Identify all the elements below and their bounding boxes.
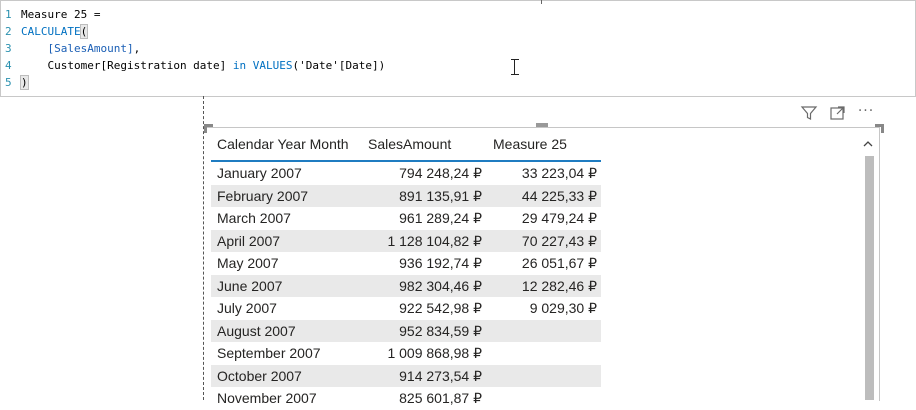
cell-calendar-year-month: October 2007 bbox=[217, 367, 302, 384]
code-token: ('Date'[Date]) bbox=[292, 59, 386, 72]
cell-measure-25: 70 227,43 ₽ bbox=[521, 232, 597, 249]
filter-icon[interactable] bbox=[800, 104, 818, 122]
column-header-salesamount[interactable]: SalesAmount bbox=[368, 130, 451, 158]
table-row[interactable]: August 2007 952 834,59 ₽ bbox=[211, 319, 601, 342]
table-row[interactable]: January 2007 794 248,24 ₽ 33 223,04 ₽ bbox=[211, 162, 601, 185]
cell-measure-25: 12 282,46 ₽ bbox=[521, 277, 597, 294]
cell-calendar-year-month: November 2007 bbox=[217, 390, 317, 406]
table-row[interactable]: April 2007 1 128 104,82 ₽ 70 227,43 ₽ bbox=[211, 229, 601, 252]
table-body: January 2007 794 248,24 ₽ 33 223,04 ₽ Febru… bbox=[211, 162, 601, 410]
cell-calendar-year-month: September 2007 bbox=[217, 345, 321, 361]
matched-bracket: ( bbox=[79, 24, 89, 39]
code-token: Customer[Registration date] bbox=[21, 59, 233, 72]
column-header-calendar-year-month[interactable]: Calendar Year Month bbox=[217, 130, 349, 158]
cell-salesamount: 794 248,24 ₽ bbox=[399, 165, 482, 181]
dax-formula-editor[interactable]: 1 Measure 25 = 2 CALCULATE(3 [SalesAmount],… bbox=[0, 0, 916, 97]
cell-calendar-year-month: May 2007 bbox=[217, 255, 279, 271]
resize-handle-top[interactable] bbox=[536, 123, 548, 127]
code-token: , bbox=[133, 42, 141, 55]
code-text: [SalesAmount], bbox=[21, 40, 141, 57]
cell-calendar-year-month: April 2007 bbox=[217, 232, 281, 249]
cell-salesamount: 825 601,87 ₽ bbox=[399, 390, 482, 406]
line-number: 1 bbox=[5, 8, 12, 21]
resize-handle-top-right[interactable] bbox=[875, 124, 884, 133]
table-row[interactable]: June 2007 982 304,46 ₽ 12 282,46 ₽ bbox=[211, 274, 601, 297]
focus-mode-icon[interactable] bbox=[829, 104, 847, 122]
cell-measure-25: 26 051,67 ₽ bbox=[521, 255, 597, 271]
code-token: Measure 25 = bbox=[21, 8, 101, 21]
line-number: 5 bbox=[5, 76, 12, 89]
scroll-up-chevron-icon[interactable] bbox=[862, 137, 874, 151]
cell-measure-25: 29 479,24 ₽ bbox=[521, 210, 597, 226]
cell-calendar-year-month: June 2007 bbox=[217, 277, 283, 294]
cell-calendar-year-month: March 2007 bbox=[217, 210, 291, 226]
dax-keyword: VALUES bbox=[252, 59, 293, 72]
cell-salesamount: 1 128 104,82 ₽ bbox=[387, 232, 482, 249]
cell-calendar-year-month: July 2007 bbox=[217, 300, 277, 316]
dax-keyword: in bbox=[232, 59, 247, 72]
data-table: Calendar Year Month SalesAmount Measure … bbox=[211, 130, 601, 410]
cell-salesamount: 1 009 868,98 ₽ bbox=[387, 345, 482, 361]
cell-salesamount: 952 834,59 ₽ bbox=[399, 322, 482, 339]
code-text: ) bbox=[20, 74, 29, 91]
matched-bracket: ) bbox=[20, 75, 29, 90]
cell-measure-25: 9 029,30 ₽ bbox=[529, 300, 597, 316]
cell-measure-25: 33 223,04 ₽ bbox=[521, 165, 597, 181]
cell-salesamount: 922 542,98 ₽ bbox=[399, 300, 482, 316]
cell-salesamount: 961 289,24 ₽ bbox=[399, 210, 482, 226]
code-text: CALCULATE( bbox=[21, 23, 89, 40]
code-text: Measure 25 = bbox=[21, 6, 100, 23]
top-divider-tick bbox=[541, 0, 542, 4]
cell-salesamount: 936 192,74 ₽ bbox=[399, 255, 482, 271]
more-options-icon[interactable]: ··· bbox=[855, 104, 877, 122]
cell-salesamount: 982 304,46 ₽ bbox=[399, 277, 482, 294]
column-header-measure-25[interactable]: Measure 25 bbox=[493, 130, 567, 158]
cell-calendar-year-month: January 2007 bbox=[217, 165, 302, 181]
table-row[interactable]: November 2007 825 601,87 ₽ bbox=[211, 387, 601, 410]
code-text: Customer[Registration date] in VALUES('D… bbox=[21, 57, 385, 74]
table-row[interactable]: May 2007 936 192,74 ₽ 26 051,67 ₽ bbox=[211, 252, 601, 275]
cell-calendar-year-month: February 2007 bbox=[217, 187, 309, 204]
table-header-row: Calendar Year Month SalesAmount Measure … bbox=[211, 130, 601, 162]
dax-keyword: CALCULATE bbox=[21, 25, 81, 38]
vertical-scrollbar-thumb[interactable] bbox=[865, 156, 874, 400]
line-number: 4 bbox=[5, 59, 12, 72]
cell-salesamount: 914 273,54 ₽ bbox=[399, 367, 482, 384]
table-row[interactable]: July 2007 922 542,98 ₽ 9 029,30 ₽ bbox=[211, 297, 601, 320]
canvas-guide-line bbox=[203, 96, 204, 400]
table-row[interactable]: February 2007 891 135,91 ₽ 44 225,33 ₽ bbox=[211, 184, 601, 207]
cell-calendar-year-month: August 2007 bbox=[217, 322, 296, 339]
cell-salesamount: 891 135,91 ₽ bbox=[399, 187, 482, 204]
table-row[interactable]: September 2007 1 009 868,98 ₽ bbox=[211, 342, 601, 365]
table-row[interactable]: March 2007 961 289,24 ₽ 29 479,24 ₽ bbox=[211, 207, 601, 230]
line-number: 2 bbox=[5, 25, 12, 38]
table-row[interactable]: October 2007 914 273,54 ₽ bbox=[211, 364, 601, 387]
cell-measure-25: 44 225,33 ₽ bbox=[521, 187, 597, 204]
line-number: 3 bbox=[5, 42, 12, 55]
measure-reference: [SalesAmount] bbox=[47, 42, 134, 55]
text-cursor-icon bbox=[511, 59, 519, 75]
